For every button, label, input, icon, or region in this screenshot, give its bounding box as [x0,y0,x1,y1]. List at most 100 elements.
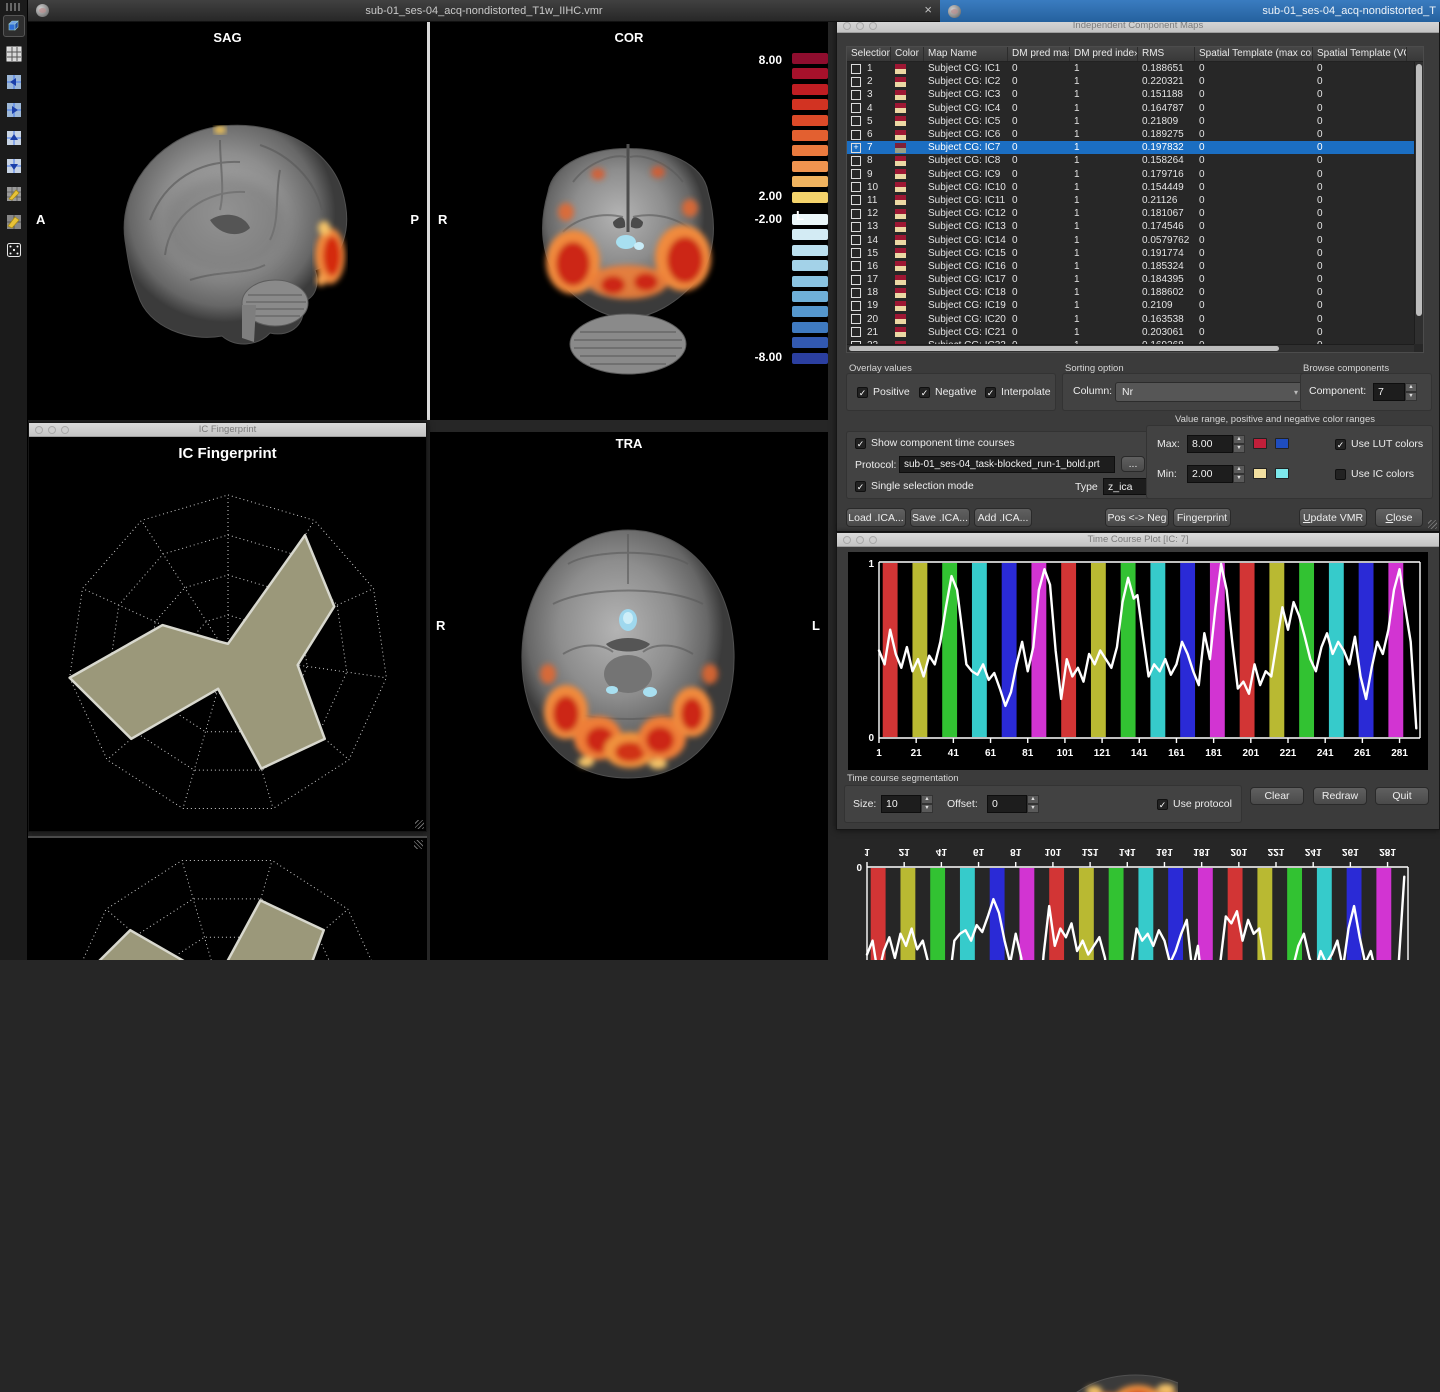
table-row-ic5[interactable]: 5Subject CG: IC5010.2180900 [847,115,1423,128]
column-header[interactable]: Color [891,47,924,61]
window-traffic-lights[interactable] [35,426,69,434]
table-row-ic21[interactable]: 21Subject CG: IC21010.20306100 [847,326,1423,339]
table-row-ic12[interactable]: 12Subject CG: IC12010.18106700 [847,207,1423,220]
sagittal-view-pane[interactable]: SAG A P [28,22,427,420]
row-select-checkbox[interactable] [851,248,861,258]
quit-button[interactable]: Quit [1375,787,1429,805]
toolbar-slice-layout-3-icon[interactable] [3,127,25,149]
clear-button[interactable]: Clear [1250,787,1304,805]
toolbar-draw-marker-2-icon[interactable] [3,211,25,233]
column-header[interactable]: DM pred ma› [1008,47,1070,61]
column-header[interactable]: DM pred inde› [1070,47,1138,61]
negative-checkbox[interactable]: ✓Negative [919,386,976,398]
table-row-ic4[interactable]: 4Subject CG: IC4010.16478700 [847,102,1423,115]
toolbar-grid-layout-icon[interactable] [3,43,25,65]
component-table[interactable]: SelectionColorMap NameDM pred ma›DM pred… [846,46,1424,353]
interpolate-checkbox[interactable]: ✓Interpolate [985,386,1051,398]
positive-checkbox[interactable]: ✓Positive [857,386,910,398]
coronal-view-pane[interactable]: COR R L [430,22,828,420]
component-field[interactable]: 7 [1373,383,1405,401]
table-row-ic6[interactable]: 6Subject CG: IC6010.18927500 [847,128,1423,141]
row-select-checkbox[interactable] [851,235,861,245]
add-ica-button[interactable]: Add .ICA... [974,508,1032,527]
column-dropdown[interactable]: Nr ▾ [1115,382,1305,402]
size-field[interactable]: 10 [881,795,921,813]
row-select-checkbox[interactable] [851,301,861,311]
use-ic-colors-checkbox[interactable]: Use IC colors [1335,468,1414,480]
min-field[interactable]: 2.00 [1187,465,1233,483]
row-select-checkbox[interactable] [851,169,861,179]
table-vertical-scrollbar[interactable] [1414,62,1423,344]
table-row-ic19[interactable]: 19Subject CG: IC19010.210900 [847,299,1423,312]
negative-max-color-swatch[interactable] [1275,438,1289,449]
toolbar-draw-marker-1-icon[interactable] [3,183,25,205]
toolbar-slice-layout-2-icon[interactable] [3,99,25,121]
fingerprint-button[interactable]: Fingerprint [1173,508,1231,527]
redraw-button[interactable]: Redraw [1313,787,1367,805]
row-select-checkbox[interactable] [851,314,861,324]
row-select-checkbox[interactable] [851,64,861,74]
window-traffic-lights[interactable] [843,536,877,544]
row-select-checkbox[interactable] [851,288,861,298]
negative-min-color-swatch[interactable] [1275,468,1289,479]
row-select-checkbox[interactable] [851,182,861,192]
close-icon[interactable]: × [924,2,932,17]
toolbar-drag-handle-icon[interactable] [6,3,22,11]
show-time-courses-checkbox[interactable]: ✓Show component time courses [855,437,1015,449]
row-select-checkbox[interactable] [851,261,861,271]
axial-view-pane[interactable]: TRA R L [430,432,828,960]
positive-max-color-swatch[interactable] [1253,438,1267,449]
close-button[interactable]: Close [1375,508,1423,527]
row-select-checkbox[interactable] [851,156,861,166]
toolbar-slice-layout-4-icon[interactable] [3,155,25,177]
load-ica-button[interactable]: Load .ICA... [846,508,906,527]
toolbar-3d-volume-icon[interactable] [3,15,25,37]
table-row-ic15[interactable]: 15Subject CG: IC15010.19177400 [847,247,1423,260]
table-row-ic8[interactable]: 8Subject CG: IC8010.15826400 [847,154,1423,167]
table-row-ic1[interactable]: 1Subject CG: IC1010.18865100 [847,62,1423,75]
component-spinner[interactable]: ▲▼ [1405,383,1417,401]
window-traffic-lights[interactable] [843,22,877,30]
active-window-titlebar[interactable]: sub-01_ses-04_acq-nondistorted_T [940,0,1440,22]
row-select-checkbox[interactable]: + [851,143,861,153]
protocol-field[interactable]: sub-01_ses-04_task-blocked_run-1_bold.pr… [899,456,1115,473]
min-spinner[interactable]: ▲▼ [1233,465,1245,483]
component-table-header[interactable]: SelectionColorMap NameDM pred ma›DM pred… [847,47,1423,62]
update-vmr-button[interactable]: Update VMR [1299,508,1367,527]
column-header[interactable]: Selection [847,47,891,61]
offset-field[interactable]: 0 [987,795,1027,813]
max-field[interactable]: 8.00 [1187,435,1233,453]
table-row-ic11[interactable]: 11Subject CG: IC11010.2112600 [847,194,1423,207]
table-row-ic16[interactable]: 16Subject CG: IC16010.18532400 [847,260,1423,273]
row-select-checkbox[interactable] [851,77,861,87]
column-header[interactable]: RMS [1138,47,1195,61]
positive-min-color-swatch[interactable] [1253,468,1267,479]
table-row-ic14[interactable]: 14Subject CG: IC14010.057976200 [847,233,1423,246]
vmr-window-titlebar[interactable]: sub-01_ses-04_acq-nondistorted_T1w_IIHC.… [28,0,940,22]
table-row-ic17[interactable]: 17Subject CG: IC17010.18439500 [847,273,1423,286]
use-lut-colors-checkbox[interactable]: ✓Use LUT colors [1335,438,1423,450]
table-row-ic9[interactable]: 9Subject CG: IC9010.17971600 [847,168,1423,181]
table-row-ic13[interactable]: 13Subject CG: IC13010.17454600 [847,220,1423,233]
resize-grip[interactable] [1428,520,1437,529]
column-header[interactable]: Map Name [924,47,1008,61]
row-select-checkbox[interactable] [851,209,861,219]
save-ica-button[interactable]: Save .ICA... [910,508,970,527]
row-select-checkbox[interactable] [851,275,861,285]
table-row-ic20[interactable]: 20Subject CG: IC20010.16353800 [847,313,1423,326]
row-select-checkbox[interactable] [851,222,861,232]
single-selection-checkbox[interactable]: ✓Single selection mode [855,480,974,492]
fingerprint-window-titlebar[interactable]: IC Fingerprint [29,423,426,437]
row-select-checkbox[interactable] [851,130,861,140]
row-select-checkbox[interactable] [851,116,861,126]
size-spinner[interactable]: ▲▼ [921,795,933,813]
resize-grip[interactable] [415,820,424,829]
toolbar-slice-layout-1-icon[interactable] [3,71,25,93]
row-select-checkbox[interactable] [851,327,861,337]
toolbar-crosshair-dice-icon[interactable] [3,239,25,261]
offset-spinner[interactable]: ▲▼ [1027,795,1039,813]
row-select-checkbox[interactable] [851,195,861,205]
table-row-ic2[interactable]: 2Subject CG: IC2010.22032100 [847,75,1423,88]
use-protocol-checkbox[interactable]: ✓Use protocol [1157,798,1232,810]
pos-neg-button[interactable]: Pos <-> Neg [1105,508,1169,527]
